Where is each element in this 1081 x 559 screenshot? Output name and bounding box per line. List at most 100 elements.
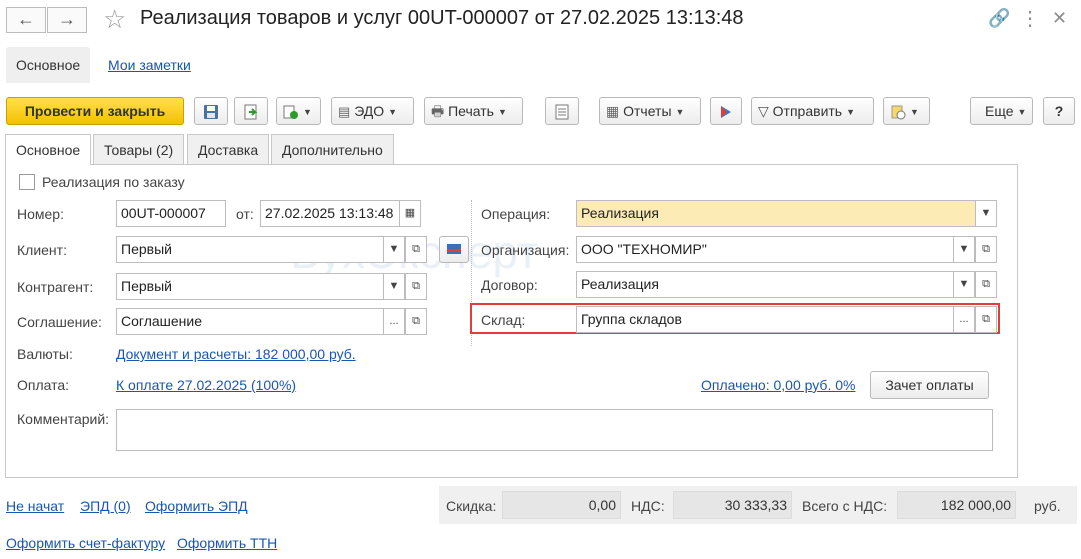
arrow-left-icon: ← bbox=[17, 9, 35, 29]
form-tab-additional[interactable]: Дополнительно bbox=[271, 134, 394, 164]
contract-field[interactable]: Реализация bbox=[576, 271, 954, 298]
comment-field[interactable] bbox=[116, 409, 993, 451]
list-icon bbox=[555, 104, 569, 120]
organization-open-button[interactable]: ⧉ bbox=[975, 236, 997, 263]
send-button[interactable]: ▽ Отправить ▼ bbox=[751, 97, 874, 125]
form-tab-goods[interactable]: Товары (2) bbox=[93, 134, 185, 164]
date-label: от: bbox=[236, 206, 254, 222]
back-button[interactable]: ← bbox=[6, 7, 46, 33]
form-tab-delivery[interactable]: Доставка bbox=[187, 134, 270, 164]
printer-icon: 🖶 bbox=[431, 103, 445, 119]
currency-link[interactable]: Документ и расчеты: 182 000,00 руб. bbox=[116, 346, 356, 362]
more-menu-icon[interactable]: ⋮ bbox=[1020, 6, 1040, 31]
close-icon[interactable]: ✕ bbox=[1052, 8, 1067, 29]
counterparty-open-button[interactable]: ⧉ bbox=[405, 273, 427, 300]
date-field[interactable]: 27.02.2025 13:13:48 bbox=[260, 200, 400, 227]
edo-icon: ▤ bbox=[338, 104, 351, 119]
open-icon: ⧉ bbox=[412, 315, 420, 327]
create-invoice-link[interactable]: Оформить счет-фактуру bbox=[6, 535, 165, 551]
more-button[interactable]: Еще ▼ bbox=[970, 97, 1033, 125]
open-icon: ⧉ bbox=[982, 243, 990, 255]
forward-button[interactable]: → bbox=[47, 7, 87, 33]
movements-button[interactable] bbox=[710, 97, 742, 125]
by-order-label: Реализация по заказу bbox=[42, 174, 185, 190]
by-order-checkbox[interactable] bbox=[19, 174, 35, 190]
number-label: Номер: bbox=[17, 206, 64, 222]
edo-button[interactable]: ▤ ЭДО ▼ bbox=[331, 97, 414, 125]
post-button[interactable] bbox=[234, 97, 268, 125]
client-label: Клиент: bbox=[17, 242, 67, 258]
organization-dropdown[interactable]: ▼ bbox=[953, 236, 975, 263]
warehouse-open-button[interactable]: ⧉ bbox=[975, 306, 997, 333]
total-label: Всего с НДС: bbox=[802, 498, 888, 514]
report-icon: ▦ bbox=[606, 103, 620, 119]
discount-label: Скидка: bbox=[446, 498, 497, 514]
save-icon bbox=[204, 105, 218, 120]
vat-label: НДС: bbox=[631, 498, 665, 514]
organization-field[interactable]: ООО "ТЕХНОМИР" bbox=[576, 236, 954, 263]
number-field[interactable]: 00UT-000007 bbox=[116, 200, 226, 227]
discount-value: 0,00 bbox=[502, 491, 621, 519]
counterparty-field[interactable]: Первый bbox=[116, 273, 384, 300]
total-value: 182 000,00 bbox=[897, 491, 1016, 519]
client-dropdown[interactable]: ▼ bbox=[383, 236, 405, 263]
operation-dropdown[interactable]: ▼ bbox=[975, 200, 997, 227]
agreement-label: Соглашение: bbox=[17, 314, 102, 330]
agreement-field[interactable]: Соглашение bbox=[116, 308, 384, 335]
chevron-down-icon: ▼ bbox=[980, 207, 992, 219]
chevron-down-icon: ▼ bbox=[958, 243, 970, 255]
card-icon bbox=[447, 244, 461, 254]
create-epd-link[interactable]: Оформить ЭПД bbox=[145, 498, 248, 514]
create-based-on-button[interactable]: ▼ bbox=[276, 97, 321, 125]
counterparty-label: Контрагент: bbox=[17, 279, 94, 295]
contract-label: Договор: bbox=[481, 277, 538, 293]
print-button[interactable]: 🖶 Печать ▼ bbox=[424, 97, 523, 125]
send-icon: ▽ bbox=[758, 103, 769, 119]
favorite-star-icon[interactable]: ☆ bbox=[103, 4, 126, 35]
attachments-button[interactable]: ▼ bbox=[883, 97, 930, 125]
attachment-icon bbox=[891, 105, 906, 120]
open-icon: ⧉ bbox=[982, 278, 990, 290]
arrow-right-icon: → bbox=[58, 9, 76, 29]
window-title: Реализация товаров и услуг 00UT-000007 о… bbox=[140, 7, 744, 29]
comment-label: Комментарий: bbox=[17, 411, 110, 427]
tab-my-notes[interactable]: Мои заметки bbox=[98, 47, 201, 83]
create-ttn-link[interactable]: Оформить ТТН bbox=[177, 535, 277, 551]
reports-button[interactable]: ▦ Отчеты ▼ bbox=[599, 97, 701, 125]
epd-link[interactable]: ЭПД (0) bbox=[80, 498, 131, 514]
structure-button[interactable] bbox=[545, 97, 579, 125]
payment-offset-button[interactable]: Зачет оплаты bbox=[870, 371, 989, 399]
save-button[interactable] bbox=[194, 97, 228, 125]
contract-open-button[interactable]: ⧉ bbox=[975, 271, 997, 298]
payment-label: Оплата: bbox=[17, 377, 70, 393]
form-tab-main[interactable]: Основное bbox=[5, 134, 92, 165]
client-field[interactable]: Первый bbox=[116, 236, 384, 263]
dt-kt-icon bbox=[721, 106, 731, 119]
open-icon: ⧉ bbox=[412, 280, 420, 292]
post-document-icon bbox=[244, 104, 258, 120]
organization-label: Организация: bbox=[481, 242, 570, 258]
warehouse-select-button[interactable]: ... bbox=[953, 306, 975, 333]
create-based-icon bbox=[283, 105, 298, 120]
counterparty-dropdown[interactable]: ▼ bbox=[383, 273, 405, 300]
client-card-button[interactable] bbox=[439, 236, 469, 263]
help-button[interactable]: ? bbox=[1043, 97, 1075, 125]
post-and-close-button[interactable]: Провести и закрыть bbox=[6, 97, 184, 125]
chevron-down-icon: ▼ bbox=[388, 243, 400, 255]
paid-link[interactable]: Оплачено: 0,00 руб. 0% bbox=[701, 377, 855, 393]
tab-main[interactable]: Основное bbox=[6, 47, 91, 83]
warehouse-label: Склад: bbox=[481, 312, 526, 328]
link-icon[interactable]: 🔗 bbox=[988, 8, 1010, 29]
agreement-open-button[interactable]: ⧉ bbox=[405, 308, 427, 335]
payment-link[interactable]: К оплате 27.02.2025 (100%) bbox=[116, 377, 296, 393]
total-currency: руб. bbox=[1034, 498, 1061, 514]
warehouse-field[interactable]: Группа складов bbox=[576, 306, 954, 333]
calendar-button[interactable]: ▦ bbox=[399, 200, 421, 227]
open-icon: ⧉ bbox=[982, 313, 990, 325]
agreement-select-button[interactable]: ... bbox=[383, 308, 405, 335]
contract-dropdown[interactable]: ▼ bbox=[953, 271, 975, 298]
client-open-button[interactable]: ⧉ bbox=[405, 236, 427, 263]
chevron-down-icon: ▼ bbox=[958, 278, 970, 290]
status-link[interactable]: Не начат bbox=[6, 498, 64, 514]
operation-field[interactable]: Реализация bbox=[576, 200, 976, 227]
